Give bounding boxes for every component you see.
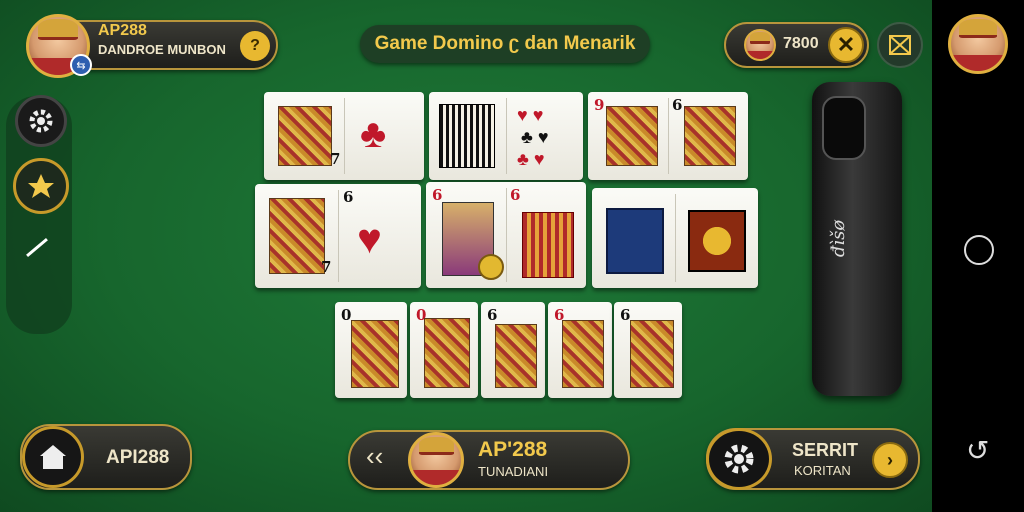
- player-avatar-bottom[interactable]: [408, 432, 464, 488]
- star-icon[interactable]: [13, 158, 69, 214]
- tile-r1-1[interactable]: 7 ♣: [264, 92, 424, 180]
- shoe-lens: [822, 96, 866, 160]
- home-label: API288: [106, 447, 170, 468]
- coin-count: 7800: [783, 35, 819, 52]
- nav-back-icon[interactable]: ↺: [966, 434, 989, 467]
- game-table: ⇆ AP288 DANDROE MUNBON ? Game Domino ʗ d…: [0, 0, 932, 512]
- switch-icon[interactable]: ⇆: [70, 54, 92, 76]
- game-title: Game Domino ʗ dan Menarik: [374, 33, 636, 54]
- player-name-bottom: AP'288: [478, 438, 548, 461]
- coin-marker: [478, 254, 504, 280]
- hand-tile-1[interactable]: 0: [335, 302, 407, 398]
- tile-r1-3[interactable]: 9 6: [588, 92, 748, 180]
- settings-line2: KORITAN: [794, 463, 851, 478]
- coin-icon[interactable]: ✕: [828, 27, 864, 63]
- tropy-icon[interactable]: [948, 14, 1008, 74]
- tile-r2-2[interactable]: 6 6: [426, 182, 586, 288]
- back-arrow-icon[interactable]: ‹‹: [366, 441, 383, 472]
- settings-line1: SERRIT: [792, 440, 859, 460]
- gear-icon[interactable]: [706, 428, 772, 490]
- coin-avatar: [744, 29, 776, 61]
- forward-icon[interactable]: ›: [872, 442, 908, 478]
- tile-r1-2[interactable]: ♥ ♥ ♣ ♥ ♣ ♥: [429, 92, 583, 180]
- player-subtitle-bottom: TUNADIANI: [478, 464, 549, 479]
- close-box-icon[interactable]: [877, 22, 923, 68]
- player-name-top: AP288: [98, 22, 147, 39]
- shoe-text: đìšø: [828, 219, 850, 258]
- player-subtitle-top: DANDROE MUNBON: [98, 42, 226, 57]
- hand-tile-3[interactable]: 6: [481, 302, 545, 398]
- hint-icon[interactable]: ?: [240, 31, 270, 61]
- hand-tile-5[interactable]: 6: [614, 302, 682, 398]
- home-icon[interactable]: [22, 426, 84, 488]
- system-navbar: ↺: [932, 0, 1024, 512]
- tile-r2-1[interactable]: 7 6 ♥: [255, 184, 421, 288]
- settings-icon[interactable]: [15, 95, 67, 147]
- hand-tile-2[interactable]: 0: [410, 302, 478, 398]
- hand-tile-4[interactable]: 6: [548, 302, 612, 398]
- nav-circle-icon[interactable]: [964, 235, 994, 265]
- tile-r2-3[interactable]: [592, 188, 758, 288]
